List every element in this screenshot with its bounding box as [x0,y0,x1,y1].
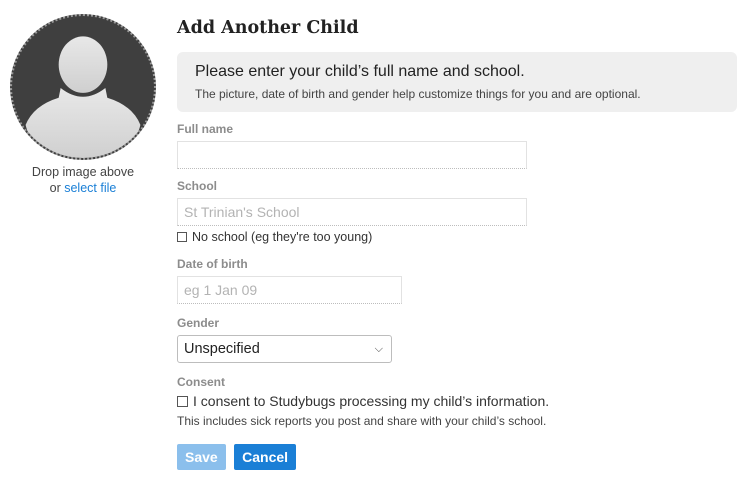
consent-group: Consent I consent to Studybugs processin… [177,375,737,429]
gender-select[interactable]: Unspecified ⌵ [177,335,392,363]
dob-group: Date of birth [177,257,737,304]
consent-checkbox-label: I consent to Studybugs processing my chi… [193,393,550,409]
info-box: Please enter your child’s full name and … [177,52,737,112]
info-sub-text: The picture, date of birth and gender he… [195,87,641,101]
gender-selected-value: Unspecified [184,341,260,357]
cancel-button[interactable]: Cancel [234,444,297,470]
drop-image-text: Drop image above [31,165,135,179]
full-name-input[interactable] [177,141,527,169]
dob-label: Date of birth [177,257,248,271]
school-input[interactable] [177,198,527,226]
select-file-link[interactable]: select file [64,181,116,195]
select-file-line: or select file [8,180,158,196]
save-button[interactable]: Save [177,444,226,470]
page-title: Add Another Child [177,18,359,38]
form-actions: Save Cancel [177,444,737,470]
gender-group: Gender Unspecified ⌵ [177,316,737,363]
drop-hint: Drop image above or select file [8,164,158,196]
no-school-label: No school (eg they're too young) [192,230,373,244]
or-text: or [49,181,65,195]
no-school-checkbox[interactable] [177,232,187,242]
add-child-page: Drop image above or select file Add Anot… [0,0,744,494]
avatar-column: Drop image above or select file [8,14,158,196]
full-name-label: Full name [177,122,234,136]
no-school-row[interactable]: No school (eg they're too young) [177,229,737,245]
info-main-text: Please enter your child’s full name and … [195,63,525,80]
consent-checkbox[interactable] [177,395,188,407]
avatar-drop-zone[interactable] [10,14,156,160]
consent-note: This includes sick reports you post and … [177,414,547,428]
chevron-down-icon: ⌵ [374,343,383,355]
school-label: School [177,179,218,193]
dob-input[interactable] [177,276,402,304]
person-silhouette-icon [25,36,141,158]
gender-label: Gender [177,316,220,330]
school-group: School No school (eg they're too young) [177,179,737,245]
full-name-group: Full name [177,122,737,169]
consent-label: Consent [177,375,225,389]
child-form: Add Another Child Please enter your chil… [177,14,737,470]
consent-row[interactable]: I consent to Studybugs processing my chi… [177,393,737,409]
